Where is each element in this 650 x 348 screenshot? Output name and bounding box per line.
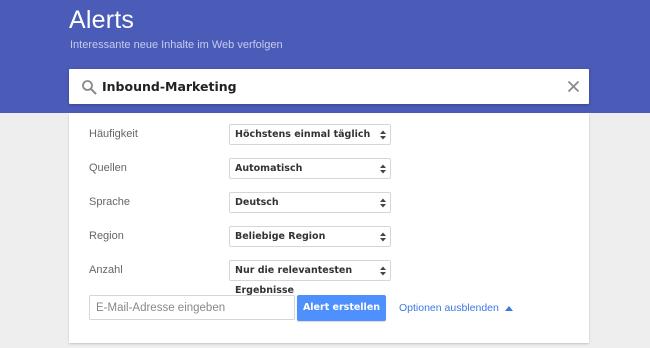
select-value: Beliebige Region: [235, 231, 326, 242]
count-select[interactable]: Nur die relevantesten Ergebnisse: [229, 260, 391, 296]
caret-up-icon: [504, 305, 513, 311]
search-input[interactable]: Inbound-Marketing: [69, 69, 589, 104]
page-title: Alerts: [69, 6, 135, 34]
option-row-sources: Quellen Automatisch: [69, 158, 589, 180]
option-row-count: Anzahl Nur die relevantesten Ergebnisse: [69, 260, 589, 296]
search-query[interactable]: Inbound-Marketing: [102, 69, 237, 105]
option-row-region: Region Beliebige Region: [69, 226, 589, 248]
updown-arrows-icon: [380, 198, 386, 208]
hide-options-label: Optionen ausblenden: [399, 302, 499, 314]
option-label: Sprache: [89, 196, 130, 208]
email-field[interactable]: E-Mail-Adresse eingeben: [89, 295, 295, 320]
option-label: Quellen: [89, 162, 127, 174]
sources-select[interactable]: Automatisch: [229, 158, 391, 179]
option-label: Häufigkeit: [89, 128, 138, 140]
frequency-select[interactable]: Höchstens einmal täglich: [229, 124, 391, 145]
option-row-language: Sprache Deutsch: [69, 192, 589, 214]
close-icon[interactable]: [567, 80, 580, 93]
region-select[interactable]: Beliebige Region: [229, 226, 391, 247]
option-row-frequency: Häufigkeit Höchstens einmal täglich: [69, 124, 589, 146]
select-value: Deutsch: [235, 197, 279, 208]
search-icon: [82, 80, 97, 95]
select-value: Höchstens einmal täglich: [235, 129, 371, 140]
updown-arrows-icon: [380, 266, 386, 276]
updown-arrows-icon: [380, 232, 386, 242]
language-select[interactable]: Deutsch: [229, 192, 391, 213]
option-label: Region: [89, 230, 124, 242]
create-alert-button[interactable]: Alert erstellen: [297, 295, 386, 321]
updown-arrows-icon: [380, 164, 386, 174]
alert-options-panel: Häufigkeit Höchstens einmal täglich Quel…: [69, 113, 589, 343]
page-subtitle: Interessante neue Inhalte im Web verfolg…: [70, 39, 283, 51]
option-label: Anzahl: [89, 264, 123, 276]
email-placeholder: E-Mail-Adresse eingeben: [96, 302, 226, 314]
updown-arrows-icon: [380, 130, 386, 140]
select-value: Automatisch: [235, 163, 303, 174]
hide-options-link[interactable]: Optionen ausblenden: [399, 295, 513, 321]
